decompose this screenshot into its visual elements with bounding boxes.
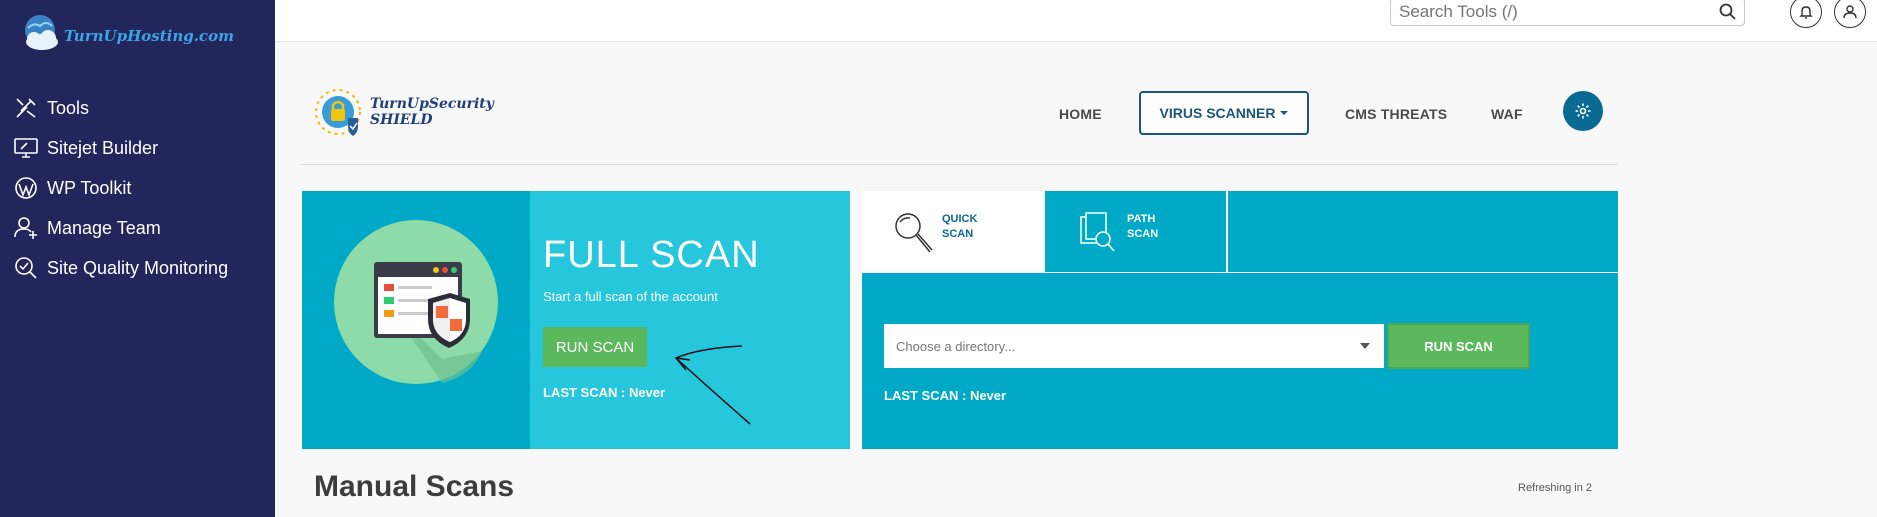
sidebar-item-tools[interactable]: Tools xyxy=(13,88,228,128)
tab-bar-spacer xyxy=(1227,191,1618,273)
hand-drawn-arrow-icon xyxy=(674,345,751,425)
tools-icon xyxy=(16,98,36,118)
nav-waf[interactable]: WAF xyxy=(1491,106,1523,122)
nav-virus-scanner-label: VIRUS SCANNER xyxy=(1159,105,1276,121)
full-scan-last-scan: LAST SCAN : Never xyxy=(543,385,666,400)
folder-search-icon xyxy=(1080,212,1115,252)
monitor-edit-icon xyxy=(14,138,38,158)
shield-logo-line2: SHIELD xyxy=(370,112,433,128)
header-divider xyxy=(300,164,1618,165)
quick-scan-last-scan: LAST SCAN : Never xyxy=(884,388,1007,403)
directory-select[interactable]: Choose a directory... xyxy=(884,324,1384,368)
sidebar-item-wp-toolkit[interactable]: WP Toolkit xyxy=(13,168,228,208)
full-scan-title: FULL SCAN xyxy=(543,234,760,276)
tab-path-scan-line2: SCAN xyxy=(1127,228,1159,240)
globe-cloud-icon xyxy=(25,15,58,50)
directory-select-placeholder: Choose a directory... xyxy=(896,338,1015,354)
brand-name: TurnUpHosting.com xyxy=(64,27,234,45)
sidebar: TurnUpHosting.com Tools Sitejet Builder … xyxy=(0,0,275,517)
security-shield-logo-icon xyxy=(315,89,361,136)
brand-logo[interactable]: TurnUpHosting.com xyxy=(20,12,234,54)
sidebar-item-sitejet[interactable]: Sitejet Builder xyxy=(13,128,228,168)
manual-scans-title: Manual Scans xyxy=(314,470,515,503)
wordpress-icon xyxy=(15,177,37,199)
nav-virus-scanner-dropdown[interactable]: VIRUS SCANNER xyxy=(1139,91,1309,135)
full-scan-run-button[interactable]: RUN SCAN xyxy=(543,327,647,367)
sidebar-item-label: Sitejet Builder xyxy=(47,137,159,158)
search-icon[interactable] xyxy=(1718,2,1738,22)
search-box[interactable] xyxy=(1390,0,1745,26)
shield-logo[interactable]: TurnUpSecurity SHIELD xyxy=(312,84,494,140)
tab-path-scan[interactable]: PATH SCAN xyxy=(1044,191,1227,273)
full-scan-subtitle: Start a full scan of the account xyxy=(543,289,718,304)
tab-path-scan-line1: PATH xyxy=(1127,213,1156,225)
magnifier-icon xyxy=(895,213,933,253)
tab-quick-scan-line1: QUICK xyxy=(942,213,978,225)
nav-home[interactable]: HOME xyxy=(1059,106,1102,122)
user-plus-icon xyxy=(14,217,37,239)
sidebar-item-label: Site Quality Monitoring xyxy=(47,257,229,278)
sidebar-item-label: Manage Team xyxy=(47,217,161,238)
bell-icon xyxy=(1799,6,1813,19)
gear-icon xyxy=(1575,103,1591,119)
search-input[interactable] xyxy=(1391,2,1711,22)
quick-scan-run-button[interactable]: RUN SCAN xyxy=(1387,323,1530,369)
sidebar-item-label: WP Toolkit xyxy=(47,177,132,198)
tab-quick-scan-line2: SCAN xyxy=(942,228,974,240)
tab-quick-scan[interactable]: QUICK SCAN xyxy=(862,191,1044,273)
sidebar-item-manage-team[interactable]: Manage Team xyxy=(13,208,228,248)
caret-down-icon xyxy=(1280,111,1289,115)
search-check-icon xyxy=(15,257,37,279)
sidebar-nav: Tools Sitejet Builder WP Toolkit Manage … xyxy=(13,88,228,288)
shield-logo-line1: TurnUpSecurity xyxy=(370,96,494,112)
settings-button[interactable] xyxy=(1563,91,1603,131)
nav-cms-threats[interactable]: CMS THREATS xyxy=(1345,106,1447,122)
refresh-status: Refreshing in 2 xyxy=(1518,482,1592,494)
user-icon xyxy=(1843,5,1857,19)
full-scan-illustration-panel xyxy=(302,191,530,449)
sidebar-item-label: Tools xyxy=(47,97,90,118)
sidebar-item-site-quality[interactable]: Site Quality Monitoring xyxy=(13,248,228,288)
scanner-illustration-icon xyxy=(334,220,498,384)
chevron-down-icon xyxy=(1360,343,1370,349)
